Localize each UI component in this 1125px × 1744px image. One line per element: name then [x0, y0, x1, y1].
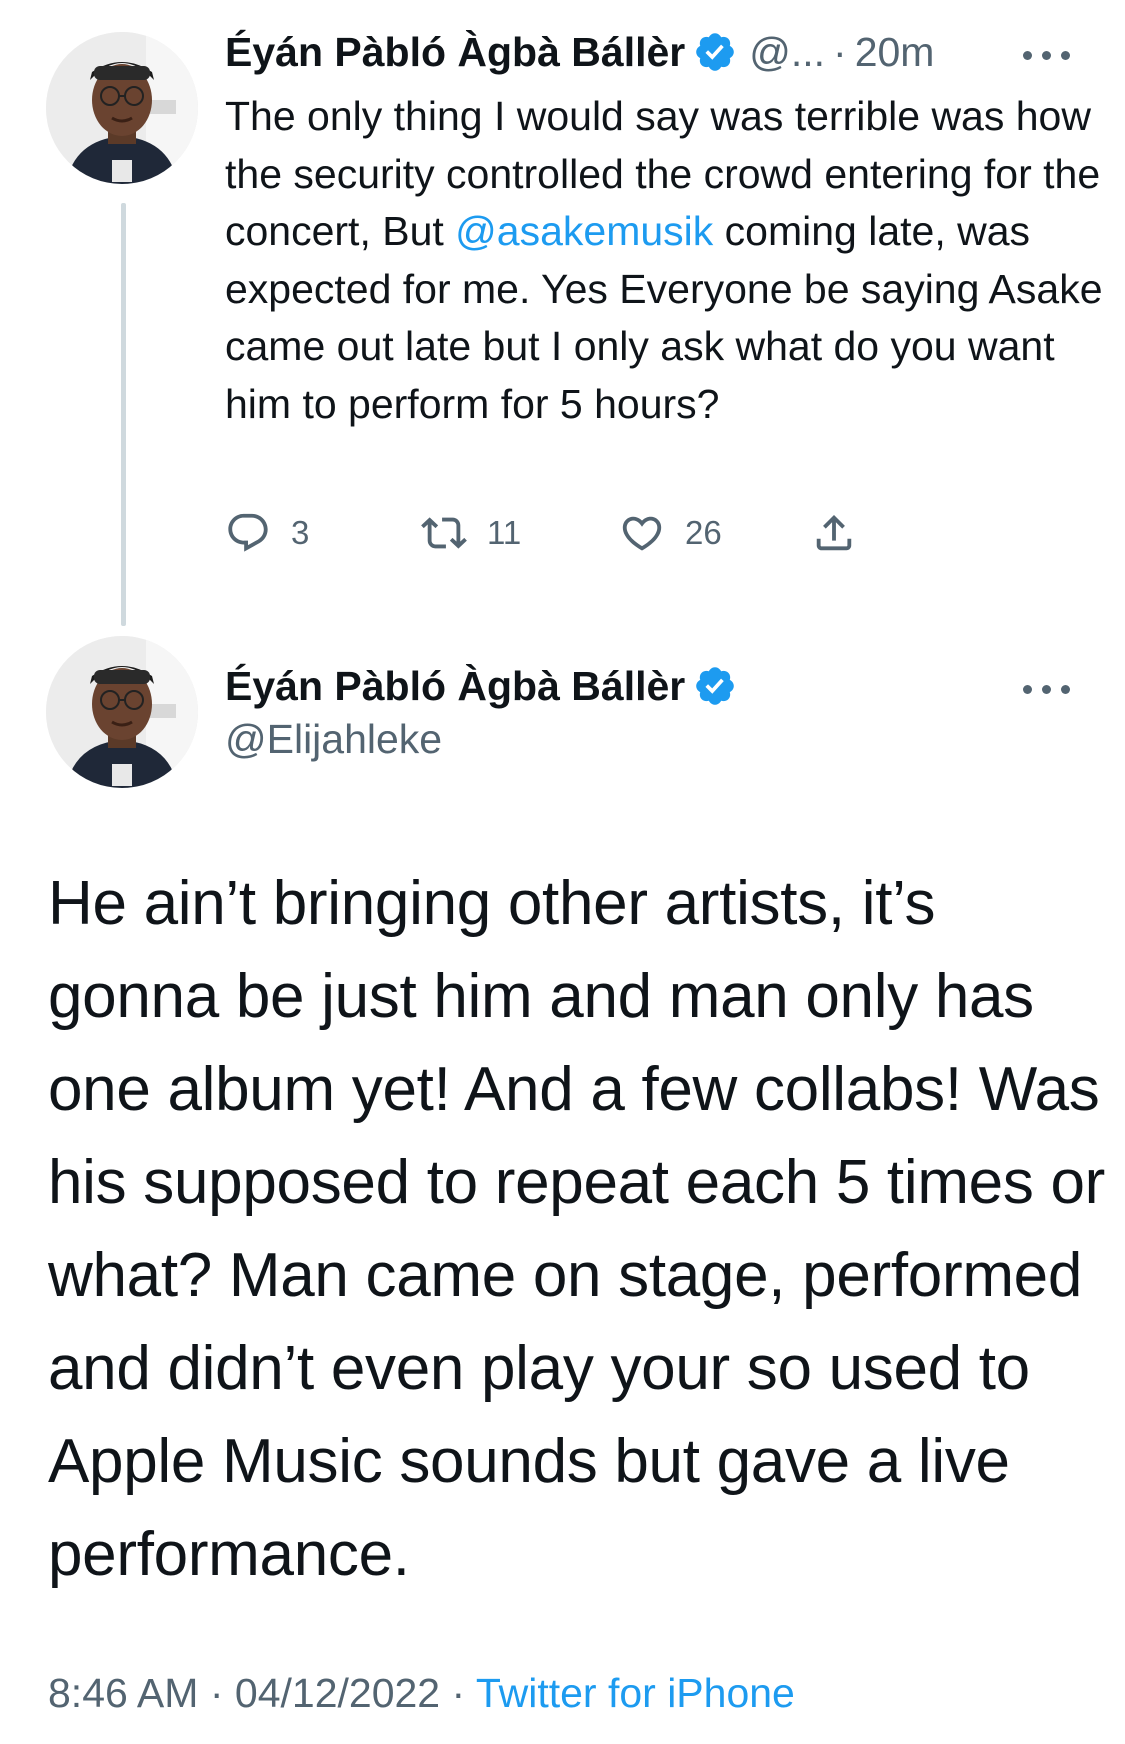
reply-tweet-header: Éyán Pàbló Àgbà Bállèr @... · 20m — [225, 26, 934, 78]
separator: · — [451, 1670, 466, 1716]
thread-line — [121, 203, 126, 626]
retweet-button[interactable]: 11 — [421, 510, 521, 556]
avatar[interactable] — [46, 636, 198, 788]
main-tweet-text: He ain’t bringing other artists, it’s go… — [48, 869, 1106, 1589]
timestamp[interactable]: 20m — [855, 29, 935, 76]
source-link[interactable]: Twitter for iPhone — [476, 1670, 795, 1716]
avatar[interactable] — [46, 32, 198, 184]
retweet-icon — [421, 517, 467, 549]
retweet-count: 11 — [487, 514, 522, 551]
heart-icon — [622, 516, 662, 551]
mention-link[interactable]: @asakemusik — [455, 208, 713, 254]
display-name[interactable]: Éyán Pàbló Àgbà Bállèr — [225, 663, 685, 710]
like-button[interactable]: 26 — [619, 510, 722, 556]
separator: · — [209, 1670, 224, 1716]
tweet-metadata: 8:46 AM · 04/12/2022 · Twitter for iPhon… — [48, 1670, 795, 1717]
reply-button[interactable]: 3 — [225, 510, 309, 556]
reply-count: 3 — [291, 514, 310, 551]
main-tweet-header: Éyán Pàbló Àgbà Bállèr — [225, 660, 737, 712]
more-options-icon[interactable] — [1023, 48, 1071, 62]
reply-icon — [228, 513, 268, 552]
tweet-actions: 3 11 26 — [225, 510, 945, 560]
tweet-date: 04/12/2022 — [234, 1670, 441, 1716]
verified-badge-icon — [696, 33, 735, 71]
verified-badge-icon — [696, 667, 735, 705]
separator: · — [833, 28, 847, 75]
display-name[interactable]: Éyán Pàbló Àgbà Bállèr — [225, 29, 685, 76]
more-options-icon[interactable] — [1023, 682, 1071, 696]
handle[interactable]: @Elijahleke — [225, 716, 442, 763]
share-icon — [816, 514, 852, 551]
reply-tweet-text: The only thing I would say was terrible … — [225, 88, 1105, 433]
handle[interactable]: @... — [749, 29, 825, 76]
share-button[interactable] — [811, 510, 857, 556]
like-count: 26 — [685, 514, 722, 551]
tweet-time: 8:46 AM — [48, 1670, 199, 1716]
